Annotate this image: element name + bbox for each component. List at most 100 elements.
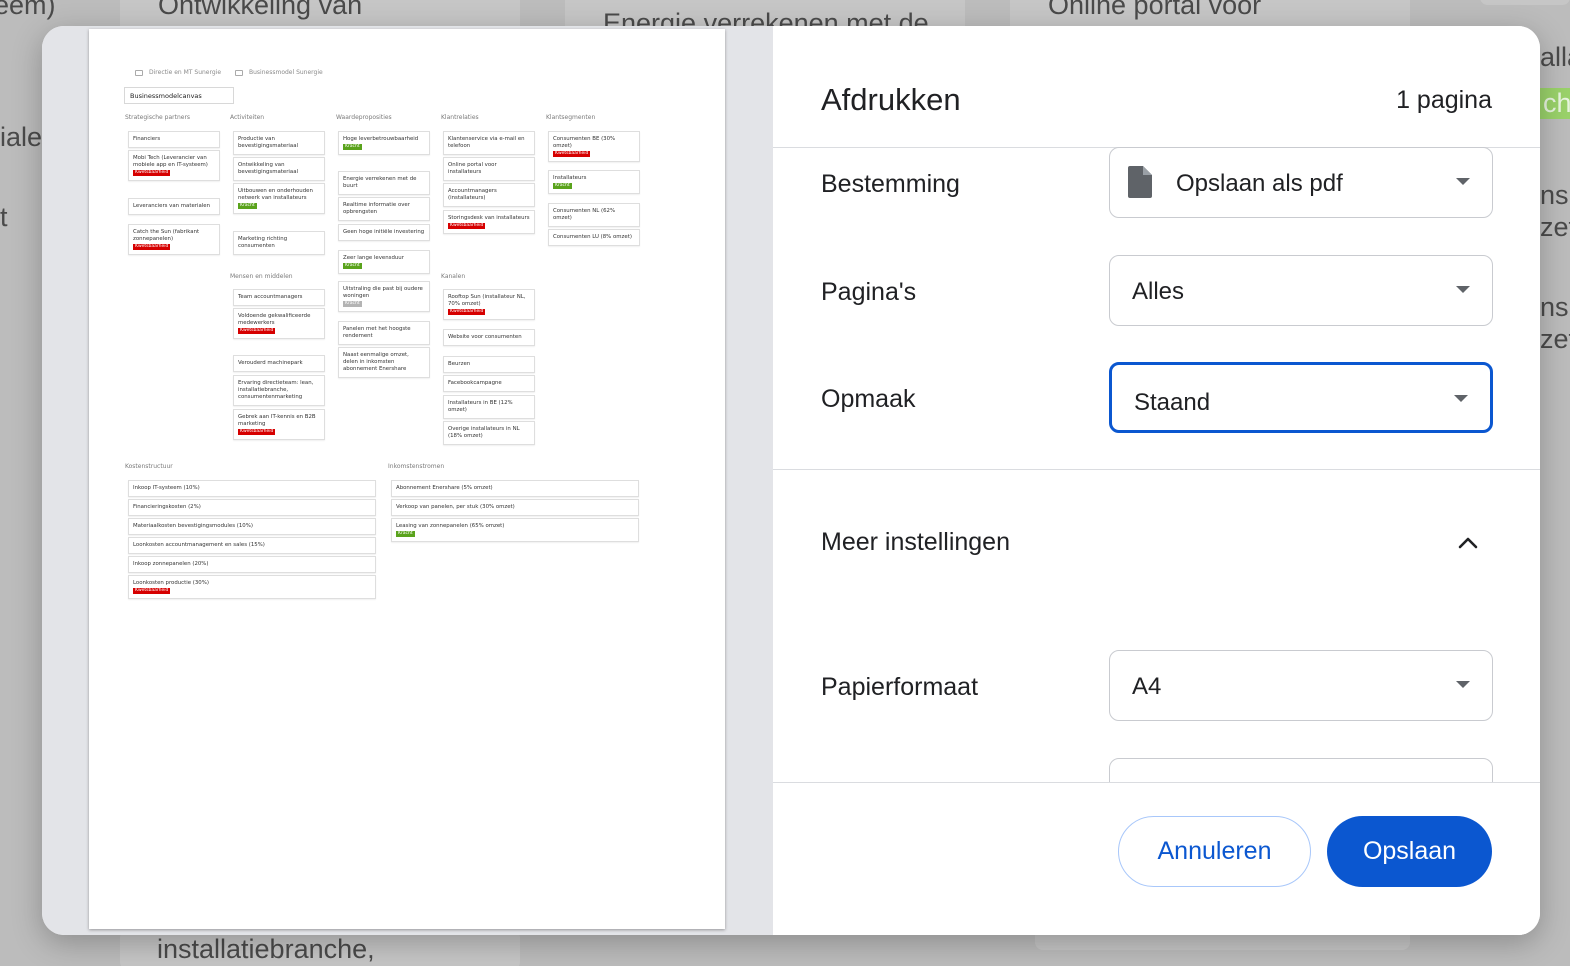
canvas-card: Gebrek aan IT-kennis en B2B marketing Kwe… (233, 409, 325, 440)
dialog-footer: Annuleren Opslaan (773, 782, 1540, 935)
card-text: Naast eenmalige omzet, delen in inkomste… (343, 352, 409, 372)
card-text: Realtime informatie over opbrengsten (343, 202, 410, 215)
strength-tag: Kracht (238, 203, 257, 209)
canvas-card: Website voor consumenten (443, 329, 535, 346)
weakness-tag: Kwetsbaarheid (553, 151, 591, 157)
canvas-card: Materiaalkosten bevestigingsmodules (10%… (128, 518, 376, 535)
canvas-card: Financiers (128, 131, 220, 148)
card-text: Team accountmanagers (238, 294, 303, 300)
page-count: 1 pagina (1396, 86, 1492, 114)
canvas-card: Ontwikkeling van bevestigingsmateriaal (233, 157, 325, 181)
preview-page[interactable]: Directie en MT Sunergie Businessmodel Su… (89, 29, 725, 929)
card-text: Financiers (133, 136, 161, 142)
canvas-card: Storingsdesk van installateurs Kwetsbaarh… (443, 210, 535, 234)
card-text: Accountmanagers (installateurs) (448, 188, 497, 201)
paper-size-label: Papierformaat (821, 673, 979, 701)
card-text: Overige installateurs in NL (18% omzet) (448, 426, 520, 439)
preview-breadcrumb: Directie en MT Sunergie Businessmodel Su… (135, 69, 323, 76)
card-text: Loonkosten productie (30%) (133, 580, 209, 586)
canvas-card: Installateurs in BE (12% omzet) (443, 395, 535, 419)
column-header: Strategische partners (125, 114, 191, 121)
column-header: Mensen en middelen (230, 273, 293, 280)
card-text: Materiaalkosten bevestigingsmodules (10%… (133, 523, 253, 529)
canvas-card: Voldoende gekwalificeerde medewerkers Kwe… (233, 308, 325, 339)
layout-value: Staand (1134, 389, 1211, 416)
canvas-card: Verouderd machinepark (233, 355, 325, 372)
canvas-card: Rooftop Sun (installateur NL, 70% omzet)… (443, 289, 535, 320)
print-settings-pane: Afdrukken 1 pagina Bestemming Opslaan al… (773, 26, 1540, 935)
card-text: Leveranciers van materialen (133, 203, 211, 209)
strength-tag: Kracht (343, 144, 362, 150)
card-text: Installateurs in BE (12% omzet) (448, 400, 513, 413)
dropdown-arrow-icon (1456, 286, 1470, 293)
card-text: Storingsdesk van installateurs (448, 215, 530, 221)
card-text: Facebookcampagne (448, 380, 502, 386)
canvas-card: Productie van bevestigingsmateriaal (233, 131, 325, 155)
background-text: zet (1540, 324, 1570, 354)
file-icon (1128, 166, 1152, 198)
canvas-card: Consumenten LU (8% omzet) (548, 229, 640, 246)
background-text: alla (1540, 42, 1570, 72)
pages-label: Pagina's (821, 278, 917, 306)
card-text: Marketing richting consumenten (238, 236, 288, 249)
card-text: Productie van bevestigingsmateriaal (238, 136, 299, 149)
canvas-card: Naast eenmalige omzet, delen in inkomste… (338, 347, 430, 378)
card-text: Consumenten BE (30% omzet) (553, 136, 616, 149)
card-text: Geen hoge initiële investering (343, 229, 425, 235)
weakness-tag: Kwetsbaarheid (133, 170, 171, 176)
card-text: Klantenservice via e-mail en telefoon (448, 136, 525, 149)
canvas-card: Marketing richting consumenten (233, 231, 325, 255)
weakness-tag: Kwetsbaarheid (238, 429, 276, 435)
card-text: Zeer lange levensduur (343, 255, 404, 261)
canvas-card: Consumenten NL (62% omzet) (548, 203, 640, 227)
canvas-card: Klantenservice via e-mail en telefoon (443, 131, 535, 155)
dropdown-arrow-icon (1456, 178, 1470, 185)
dropdown-arrow-icon (1456, 681, 1470, 688)
canvas-card: Facebookcampagne (443, 375, 535, 392)
background-text: zet (1540, 212, 1570, 242)
canvas-card: Uitstraling die past bij oudere woningen… (338, 281, 430, 312)
canvas-card: Abonnement Enershare (5% omzet) (391, 480, 639, 497)
card-text: Uitstraling die past bij oudere woningen (343, 286, 423, 299)
breadcrumb-item: Directie en MT Sunergie (149, 69, 222, 76)
chevron-up-icon[interactable] (1457, 532, 1479, 554)
more-settings-label[interactable]: Meer instellingen (821, 528, 1010, 557)
card-text: Uitbouwen en onderhouden netwerk van ins… (238, 188, 313, 201)
canvas-card: Team accountmanagers (233, 289, 325, 306)
card-text: Website voor consumenten (448, 334, 522, 340)
print-dialog: Directie en MT Sunergie Businessmodel Su… (42, 26, 1540, 935)
column-header: Kanalen (441, 273, 466, 280)
background-text: iale (0, 122, 43, 152)
column-header: Klantsegmenten (546, 114, 596, 121)
card-text: Consumenten LU (8% omzet) (553, 234, 632, 240)
canvas-card: Beurzen (443, 356, 535, 373)
canvas-card: Consumenten BE (30% omzet) Kwetsbaarheid (548, 131, 640, 162)
card-text: Verouderd machinepark (238, 360, 303, 366)
background-text: Online portal voor (1048, 0, 1262, 20)
weakness-tag: Kwetsbaarheid (238, 328, 276, 334)
cancel-button[interactable]: Annuleren (1118, 816, 1311, 887)
strength-tag: Kracht (396, 531, 415, 537)
card-text: Ontwikkeling van bevestigingsmateriaal (238, 162, 299, 175)
card-text: Mobi Tech (Leverancier van mobiele app e… (133, 155, 208, 168)
paper-size-value: A4 (1132, 673, 1162, 700)
card-text: Online portal voor installateurs (448, 162, 497, 175)
background-text: cht (1540, 88, 1570, 119)
background-text: t (0, 202, 8, 232)
card-text: Gebrek aan IT-kennis en B2B marketing (238, 414, 316, 427)
canvas-card: Leveranciers van materialen (128, 198, 220, 215)
canvas-card: Installateurs Kracht (548, 170, 640, 194)
pages-select[interactable]: Alles (1109, 255, 1493, 326)
column-header: Kostenstructuur (125, 463, 173, 470)
dialog-header: Afdrukken 1 pagina (773, 26, 1540, 148)
save-button[interactable]: Opslaan (1327, 816, 1492, 887)
canvas-card: Geen hoge initiële investering (338, 224, 430, 241)
card-text: Loonkosten accountmanagement en sales (1… (133, 542, 265, 548)
print-preview-pane: Directie en MT Sunergie Businessmodel Su… (42, 26, 773, 935)
weakness-tag: Kwetsbaarheid (133, 588, 171, 594)
layout-select[interactable]: Staand (1109, 362, 1493, 433)
canvas-card: Accountmanagers (installateurs) (443, 183, 535, 207)
canvas-card: Hoge leverbetrouwbaarheid Kracht (338, 131, 430, 155)
paper-size-select[interactable]: A4 (1109, 650, 1493, 721)
destination-select[interactable]: Opslaan als pdf (1109, 147, 1493, 218)
